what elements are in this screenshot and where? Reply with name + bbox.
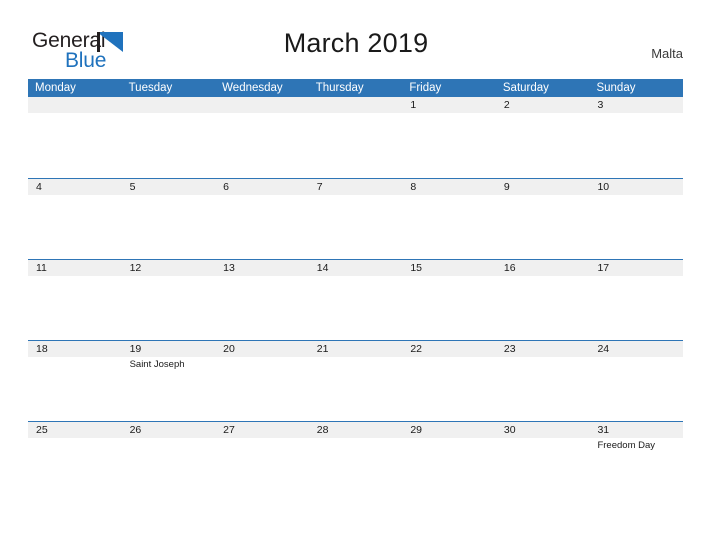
calendar-page: General Blue March 2019 Malta Monday Tue… <box>0 0 712 550</box>
day-number[interactable]: 14 <box>309 260 403 276</box>
day-number[interactable]: 23 <box>496 341 590 357</box>
day-number[interactable] <box>122 97 216 113</box>
day-event <box>122 195 216 259</box>
weekday-tuesday: Tuesday <box>128 82 173 94</box>
day-number[interactable]: 15 <box>402 260 496 276</box>
day-number[interactable] <box>215 97 309 113</box>
day-number[interactable]: 25 <box>28 422 122 438</box>
day-number[interactable]: 7 <box>309 179 403 195</box>
week-date-band: 1 2 3 <box>28 97 683 113</box>
day-event: Freedom Day <box>597 440 656 451</box>
day-number[interactable] <box>309 97 403 113</box>
week-date-band: 18 19 20 21 22 23 24 <box>28 341 683 357</box>
day-number[interactable]: 30 <box>496 422 590 438</box>
weekday-sunday: Sunday <box>596 82 636 94</box>
day-number[interactable]: 28 <box>309 422 403 438</box>
day-number[interactable]: 3 <box>589 97 683 113</box>
day-event <box>496 438 590 502</box>
day-event <box>402 195 496 259</box>
week-row: 18 19 20 21 22 23 24 Saint Joseph <box>28 340 683 421</box>
weekday-monday: Monday <box>35 82 76 94</box>
day-event <box>309 438 403 502</box>
week-event-band: Freedom Day <box>28 438 683 502</box>
day-number[interactable]: 22 <box>402 341 496 357</box>
day-event <box>589 276 683 340</box>
day-number[interactable]: 18 <box>28 341 122 357</box>
day-event <box>215 276 309 340</box>
week-row: 4 5 6 7 8 9 10 <box>28 178 683 259</box>
day-number[interactable]: 29 <box>402 422 496 438</box>
week-row: 1 2 3 <box>28 97 683 178</box>
day-number[interactable]: 20 <box>215 341 309 357</box>
day-number[interactable]: 4 <box>28 179 122 195</box>
day-event <box>215 113 309 177</box>
day-event <box>589 357 683 421</box>
day-number[interactable]: 26 <box>122 422 216 438</box>
day-event <box>215 438 309 502</box>
week-row: 25 26 27 28 29 30 31 Freedom Day <box>28 421 683 502</box>
day-event <box>28 357 122 421</box>
day-number[interactable]: 9 <box>496 179 590 195</box>
day-event <box>122 113 216 177</box>
day-event <box>402 276 496 340</box>
day-event <box>122 276 216 340</box>
weekday-header-row: Monday Tuesday Wednesday Thursday Friday… <box>28 79 683 97</box>
day-number[interactable]: 16 <box>496 260 590 276</box>
week-event-band <box>28 195 683 259</box>
day-event <box>496 357 590 421</box>
day-event <box>28 195 122 259</box>
day-event <box>28 113 122 177</box>
day-event <box>496 113 590 177</box>
page-title: March 2019 <box>283 28 429 58</box>
week-row: 11 12 13 14 15 16 17 <box>28 259 683 340</box>
day-number[interactable]: 12 <box>122 260 216 276</box>
week-date-band: 25 26 27 28 29 30 31 <box>28 422 683 438</box>
day-number[interactable]: 1 <box>402 97 496 113</box>
page-header: General Blue March 2019 Malta <box>0 0 712 76</box>
day-event <box>122 438 216 502</box>
day-number[interactable]: 10 <box>589 179 683 195</box>
day-event <box>215 357 309 421</box>
region-label: Malta <box>651 46 683 61</box>
day-event <box>589 113 683 177</box>
day-number[interactable]: 19 <box>122 341 216 357</box>
day-event <box>402 438 496 502</box>
day-event <box>309 357 403 421</box>
day-number[interactable]: 11 <box>28 260 122 276</box>
day-number[interactable]: 17 <box>589 260 683 276</box>
day-event <box>496 195 590 259</box>
day-event <box>309 195 403 259</box>
weekday-saturday: Saturday <box>502 82 549 94</box>
weekday-thursday: Thursday <box>315 82 364 94</box>
day-event <box>589 195 683 259</box>
day-event <box>28 438 122 502</box>
day-number[interactable]: 13 <box>215 260 309 276</box>
day-event <box>402 113 496 177</box>
day-number[interactable]: 2 <box>496 97 590 113</box>
day-number[interactable]: 6 <box>215 179 309 195</box>
week-event-band: Saint Joseph <box>28 357 683 421</box>
week-date-band: 11 12 13 14 15 16 17 <box>28 260 683 276</box>
weekday-wednesday: Wednesday <box>222 82 283 94</box>
day-number[interactable]: 27 <box>215 422 309 438</box>
day-number[interactable]: 21 <box>309 341 403 357</box>
day-event <box>309 276 403 340</box>
day-event <box>496 276 590 340</box>
day-event <box>309 113 403 177</box>
week-event-band <box>28 113 683 177</box>
day-number[interactable]: 5 <box>122 179 216 195</box>
day-number[interactable]: 8 <box>402 179 496 195</box>
day-number[interactable] <box>28 97 122 113</box>
day-number[interactable]: 31 <box>589 422 683 438</box>
day-number[interactable]: 24 <box>589 341 683 357</box>
week-date-band: 4 5 6 7 8 9 10 <box>28 179 683 195</box>
weekday-friday: Friday <box>409 82 442 94</box>
calendar-grid: Monday Tuesday Wednesday Thursday Friday… <box>28 79 683 502</box>
day-event <box>215 195 309 259</box>
day-event <box>28 276 122 340</box>
week-event-band <box>28 276 683 340</box>
day-event <box>402 357 496 421</box>
day-event: Saint Joseph <box>129 359 185 370</box>
